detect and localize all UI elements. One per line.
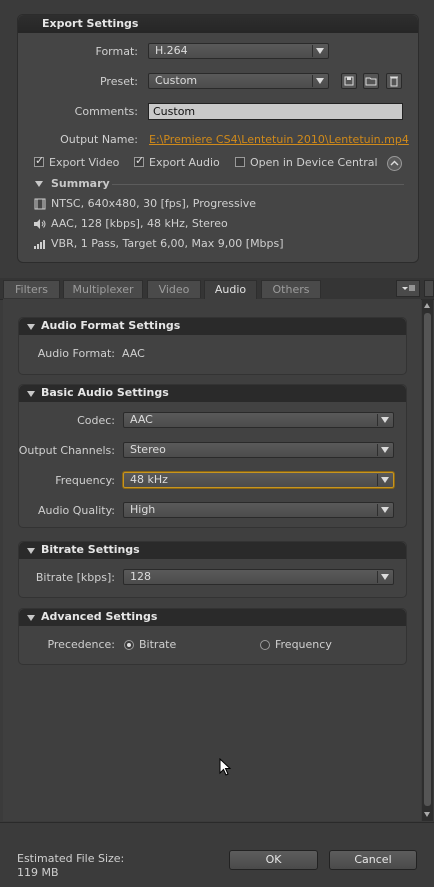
audio-format-value: AAC — [122, 347, 145, 360]
summary-divider — [112, 184, 404, 185]
output-channels-dropdown[interactable]: Stereo — [123, 442, 394, 458]
precedence-frequency-radio[interactable] — [260, 640, 270, 650]
bitrate-dropdown[interactable]: 128 — [123, 569, 394, 585]
panel-edge — [424, 280, 434, 297]
export-audio-label: Export Audio — [149, 156, 220, 169]
estimated-size-label: Estimated File Size: — [17, 852, 125, 865]
film-icon — [34, 198, 46, 210]
tab-filters[interactable]: Filters — [3, 280, 60, 298]
summary-video-line: NTSC, 640x480, 30 [fps], Progressive — [51, 197, 257, 210]
chevron-down-icon — [381, 417, 389, 423]
speaker-icon — [34, 219, 46, 229]
tab-audio[interactable]: Audio — [204, 280, 257, 299]
chevron-down-icon — [381, 447, 389, 453]
summary-bitrate-line: VBR, 1 Pass, Target 6,00, Max 9,00 [Mbps… — [51, 237, 284, 250]
comments-field[interactable]: Custom — [148, 103, 403, 120]
advanced-section: Advanced Settings — [18, 608, 407, 665]
export-settings-header: Export Settings — [18, 15, 418, 33]
scroll-down-arrow[interactable] — [424, 812, 430, 817]
advanced-header[interactable]: Advanced Settings — [19, 609, 406, 626]
chevron-down-icon — [316, 48, 324, 54]
export-audio-checkbox[interactable] — [134, 154, 144, 167]
summary-collapse-icon[interactable] — [35, 181, 43, 187]
basic-audio-header[interactable]: Basic Audio Settings — [19, 385, 406, 402]
estimated-size-value: 119 MB — [17, 866, 59, 879]
preset-value: Custom — [155, 74, 198, 87]
audio-quality-value: High — [130, 503, 156, 516]
audio-quality-label: Audio Quality: — [38, 504, 115, 517]
bitrate-label: Bitrate [kbps]: — [35, 571, 115, 584]
save-preset-icon[interactable] — [341, 73, 357, 89]
format-value: H.264 — [155, 44, 188, 57]
bitrate-value: 128 — [130, 570, 151, 583]
comments-label: Comments: — [74, 105, 138, 118]
delete-preset-icon[interactable] — [386, 73, 402, 89]
scroll-thumb[interactable] — [424, 313, 431, 806]
frequency-dropdown[interactable]: 48 kHz — [123, 472, 394, 488]
scroll-up-arrow[interactable] — [424, 303, 430, 308]
codec-dropdown[interactable]: AAC — [123, 412, 394, 428]
tab-others[interactable]: Others — [261, 280, 321, 298]
collapse-triangle-icon — [27, 548, 35, 554]
export-video-label: Export Video — [49, 156, 120, 169]
preset-label: Preset: — [99, 75, 138, 88]
format-dropdown[interactable]: H.264 — [148, 43, 329, 59]
audio-format-header[interactable]: Audio Format Settings — [19, 318, 406, 335]
panel-menu-icon[interactable] — [396, 280, 420, 297]
bitrate-title: Bitrate Settings — [41, 543, 140, 556]
audio-format-section: Audio Format Settings — [18, 317, 407, 375]
chevron-down-icon — [381, 477, 389, 483]
device-central-checkbox[interactable] — [235, 157, 245, 167]
import-preset-icon[interactable] — [363, 73, 379, 89]
output-name-label: Output Name: — [60, 133, 138, 146]
summary-title: Summary — [51, 177, 110, 190]
precedence-label: Precedence: — [47, 638, 115, 651]
chevron-down-icon — [381, 574, 389, 580]
tab-video[interactable]: Video — [147, 280, 201, 298]
collapse-triangle-icon — [27, 615, 35, 621]
frequency-label: Frequency: — [55, 474, 115, 487]
output-channels-label: Output Channels: — [18, 444, 115, 457]
collapse-triangle-icon — [27, 391, 35, 397]
collapse-icon[interactable] — [387, 156, 402, 171]
frequency-value: 48 kHz — [130, 473, 168, 486]
output-name-link[interactable]: E:\Premiere CS4\Lentetuin 2010\Lentetuin… — [149, 133, 409, 146]
codec-label: Codec: — [77, 414, 115, 427]
tab-multiplexer[interactable]: Multiplexer — [63, 280, 143, 298]
mouse-cursor-icon — [219, 758, 232, 776]
chevron-down-icon — [381, 507, 389, 513]
export-settings-title: Export Settings — [42, 17, 139, 30]
device-central-label: Open in Device Central — [250, 156, 378, 169]
collapse-triangle-icon — [27, 324, 35, 330]
export-video-checkbox[interactable] — [34, 154, 44, 167]
chevron-down-icon — [316, 78, 324, 84]
codec-value: AAC — [130, 413, 153, 426]
audio-quality-dropdown[interactable]: High — [123, 502, 394, 518]
bitrate-icon — [34, 240, 45, 249]
cancel-button[interactable]: Cancel — [329, 850, 417, 870]
audio-format-title: Audio Format Settings — [41, 319, 181, 332]
advanced-title: Advanced Settings — [41, 610, 158, 623]
precedence-frequency-label: Frequency — [275, 638, 332, 651]
precedence-bitrate-label: Bitrate — [139, 638, 177, 651]
ok-button[interactable]: OK — [229, 850, 318, 870]
bitrate-header[interactable]: Bitrate Settings — [19, 542, 406, 559]
format-label: Format: — [95, 45, 138, 58]
audio-format-label: Audio Format: — [37, 347, 115, 360]
basic-audio-title: Basic Audio Settings — [41, 386, 169, 399]
summary-audio-line: AAC, 128 [kbps], 48 kHz, Stereo — [51, 217, 228, 230]
output-channels-value: Stereo — [130, 443, 166, 456]
precedence-bitrate-radio[interactable] — [124, 640, 134, 650]
scrollbar[interactable] — [422, 299, 433, 821]
preset-dropdown[interactable]: Custom — [148, 73, 329, 89]
comments-value: Custom — [153, 105, 196, 118]
